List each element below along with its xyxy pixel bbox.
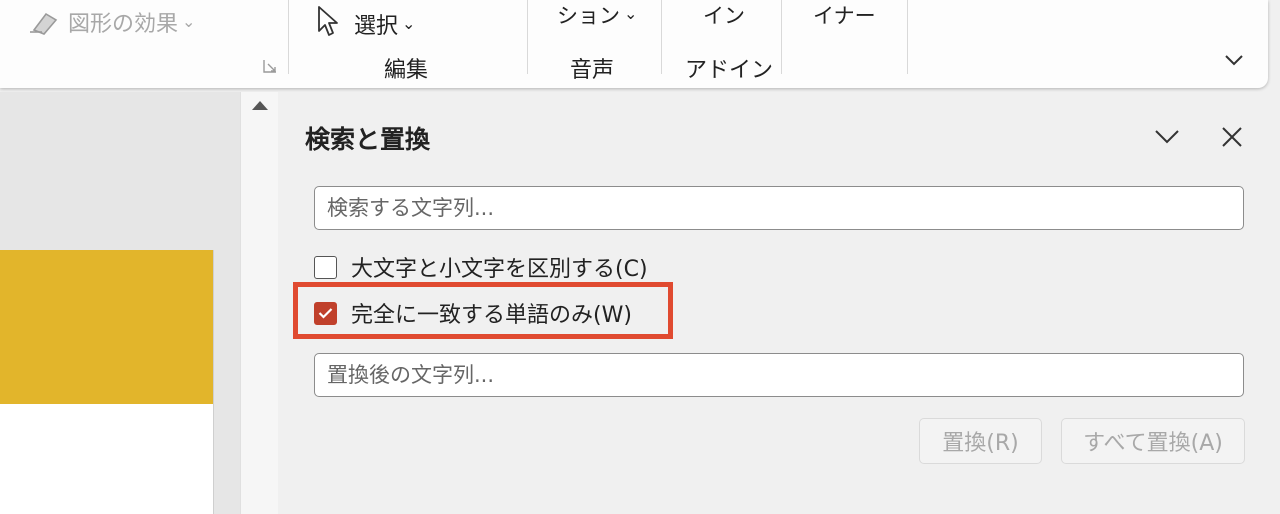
pane-options-icon[interactable] xyxy=(1151,124,1183,148)
chevron-down-icon: ⌄ xyxy=(182,12,196,31)
scroll-up-icon[interactable] xyxy=(250,98,270,112)
pane-title: 検索と置換 xyxy=(305,125,431,154)
match-case-checkbox[interactable] xyxy=(314,255,337,279)
slide-canvas[interactable] xyxy=(0,250,214,514)
replace-input[interactable] xyxy=(314,353,1244,397)
select-cursor-icon xyxy=(318,6,338,36)
ribbon-divider xyxy=(781,0,782,74)
whole-words-option[interactable]: 完全に一致する単語のみ(W) xyxy=(314,297,632,329)
whole-words-label: 完全に一致する単語のみ(W) xyxy=(351,303,632,328)
ribbon: 図形の効果 ⌄ 選択 ⌄ 編集 ション ⌄ 音声 イン アドイン イナー xyxy=(0,0,1268,88)
ribbon-divider xyxy=(288,0,289,74)
close-icon[interactable] xyxy=(1218,123,1246,151)
ribbon-divider xyxy=(907,0,908,74)
chevron-down-icon: ⌄ xyxy=(402,14,416,33)
replace-all-button[interactable]: すべて置換(A) xyxy=(1061,418,1245,464)
slide-shape[interactable] xyxy=(0,250,213,404)
checkmark-icon xyxy=(318,308,333,319)
ribbon-expand-icon[interactable] xyxy=(1222,50,1246,70)
vertical-scrollbar[interactable] xyxy=(240,92,279,514)
slide-editing-area xyxy=(0,92,240,514)
dictate-button[interactable]: ション ⌄ xyxy=(557,0,637,30)
find-input[interactable] xyxy=(314,186,1244,230)
match-case-label: 大文字と小文字を区別する(C) xyxy=(351,257,648,282)
shape-effects-icon xyxy=(30,12,58,35)
replace-button[interactable]: 置換(R) xyxy=(919,418,1042,464)
voice-group-label: 音声 xyxy=(570,58,615,83)
ribbon-divider xyxy=(661,0,662,74)
ribbon-divider xyxy=(527,0,528,74)
whole-words-checkbox[interactable] xyxy=(314,301,337,325)
select-button[interactable]: 選択 ⌄ xyxy=(354,8,415,40)
editing-group-label: 編集 xyxy=(384,58,429,83)
find-replace-pane: 検索と置換 大文字と小文字を区別する(C) 完全に一致する単語のみ(W) 置換(… xyxy=(278,92,1280,514)
shape-effects-button[interactable]: 図形の効果 ⌄ xyxy=(68,6,195,38)
dictate-label: ション xyxy=(557,4,620,28)
dialog-launcher-icon[interactable] xyxy=(262,58,278,74)
chevron-down-icon: ⌄ xyxy=(624,4,638,23)
match-case-option[interactable]: 大文字と小文字を区別する(C) xyxy=(314,251,648,283)
designer-button[interactable]: イナー xyxy=(813,0,876,30)
addins-group-label: アドイン xyxy=(685,58,774,83)
shape-effects-label: 図形の効果 xyxy=(68,12,179,37)
select-label: 選択 xyxy=(354,14,399,39)
addins-button[interactable]: イン xyxy=(703,0,745,30)
